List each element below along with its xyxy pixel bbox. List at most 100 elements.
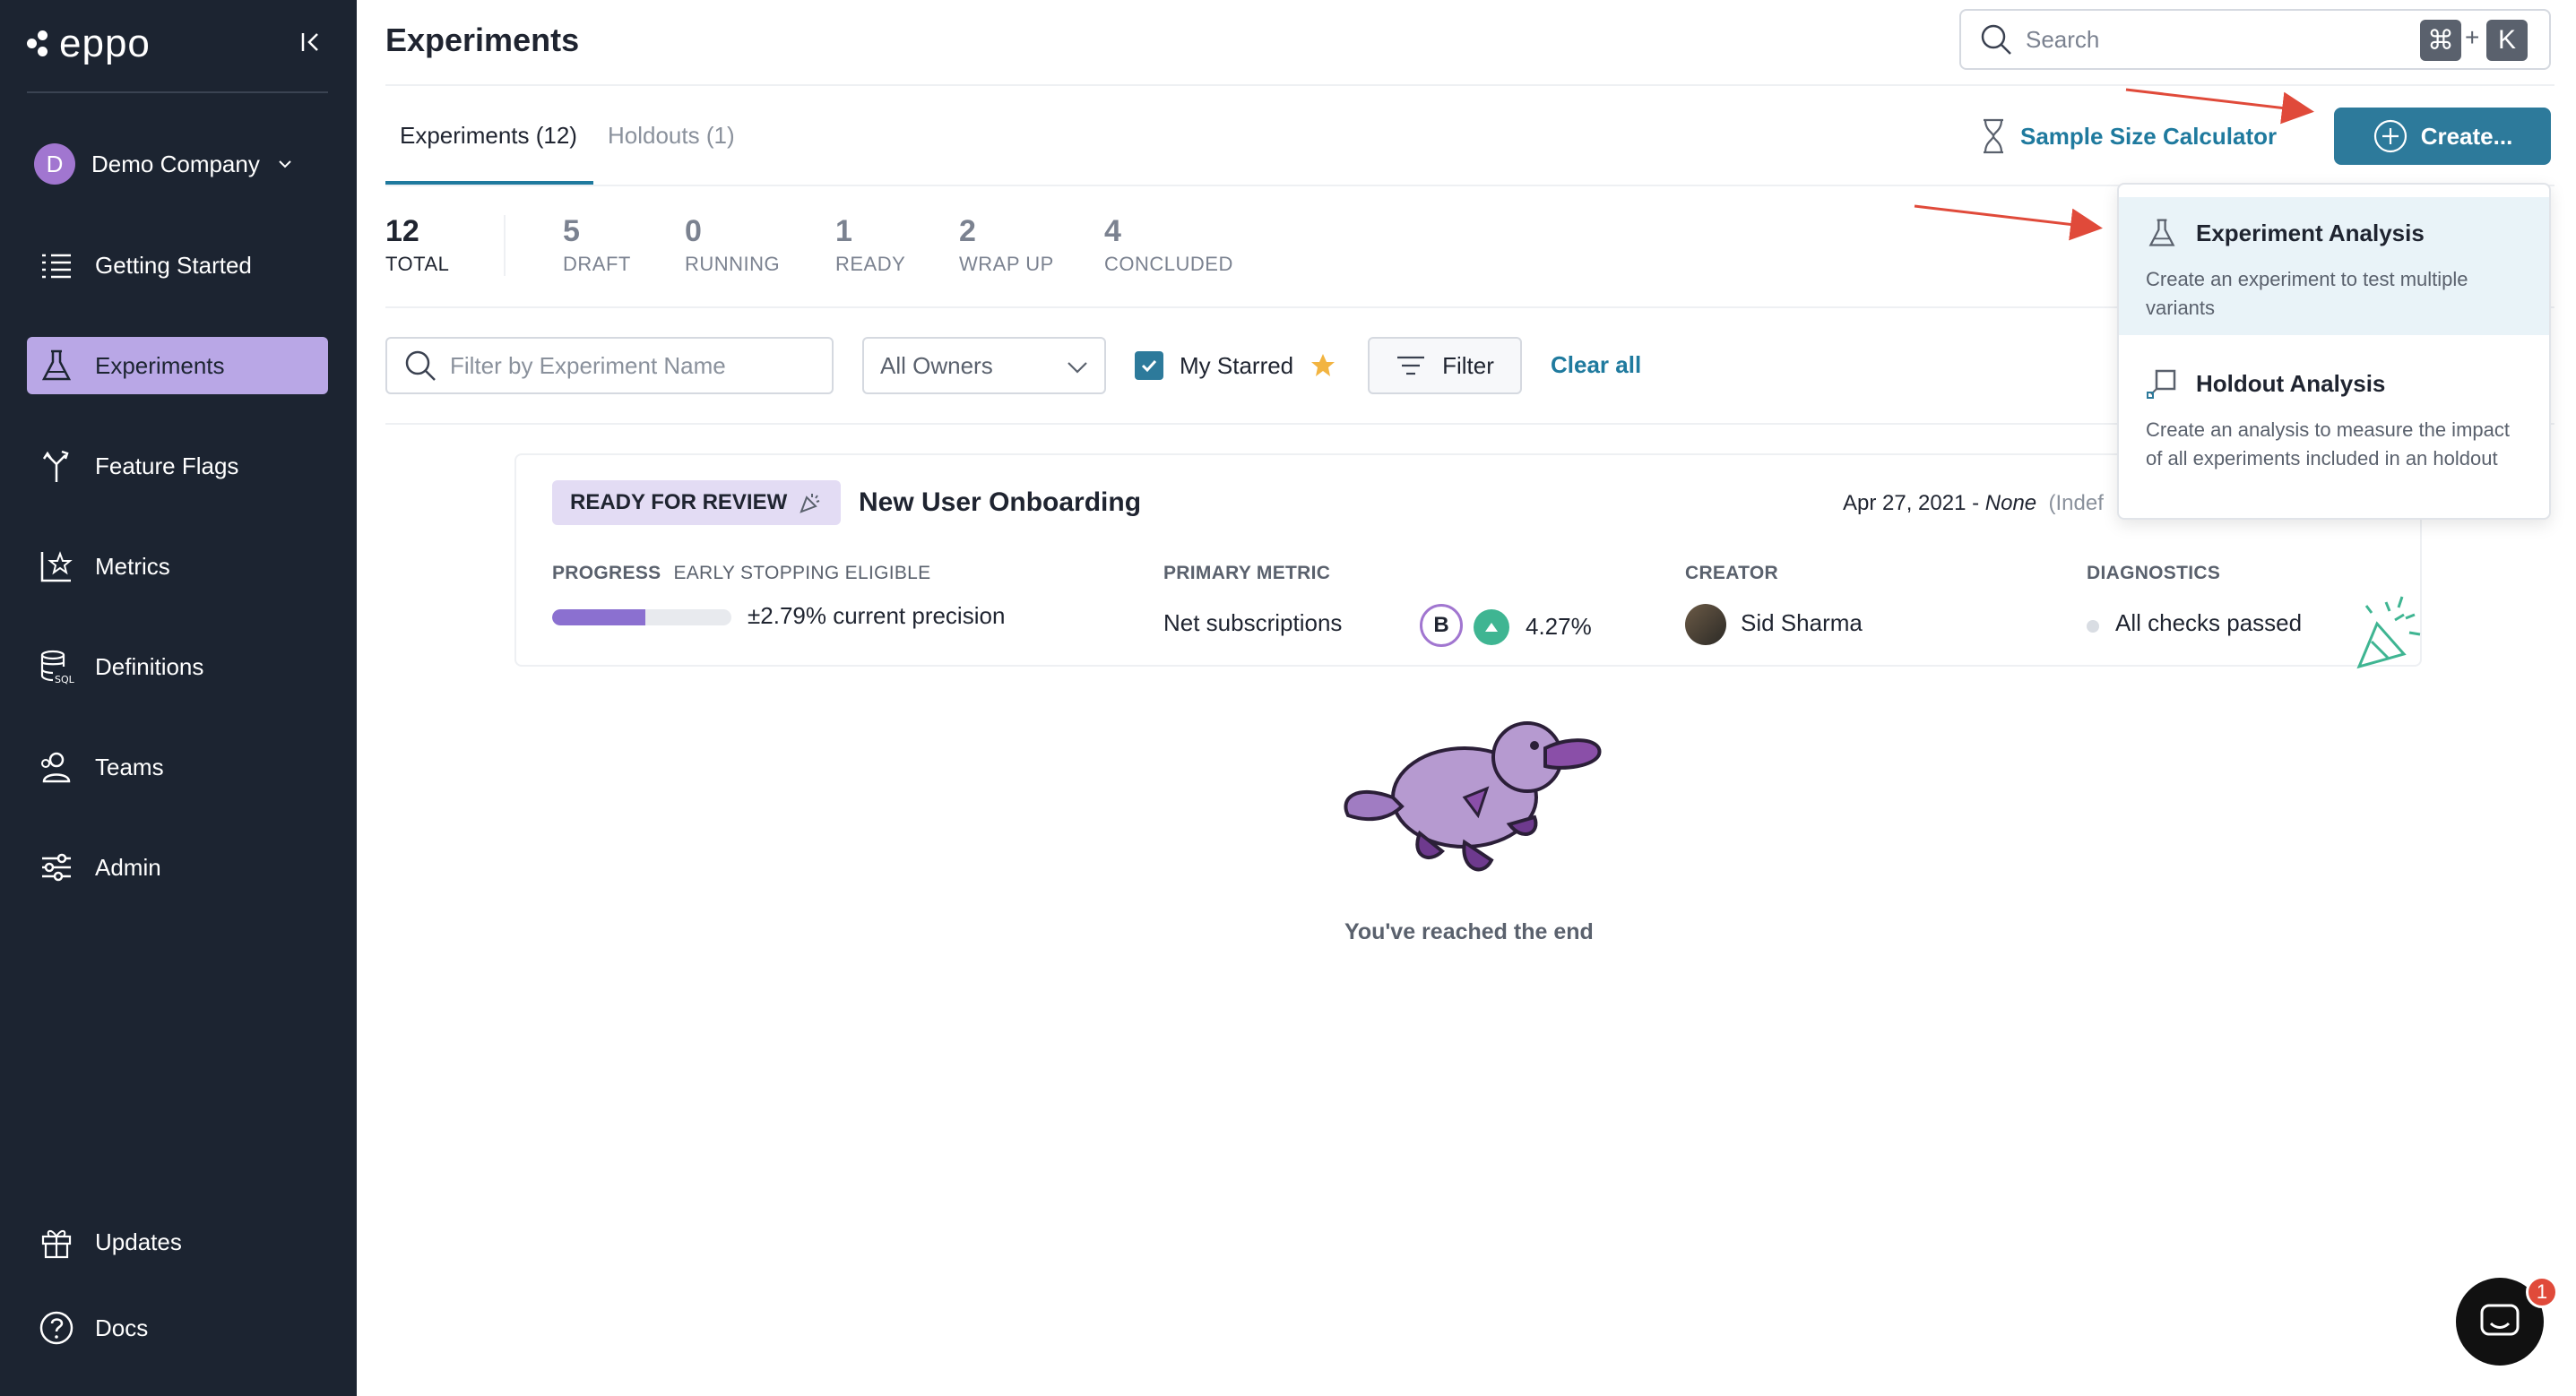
stat-running[interactable]: 0 RUNNING [685,213,780,276]
progress-label: PROGRESS EARLY STOPPING ELIGIBLE [552,563,930,584]
stat-wrap-up[interactable]: 2 WRAP UP [959,213,1054,276]
menu-item-description: Create an experiment to test multiple va… [2146,268,2468,319]
menu-item-experiment-analysis[interactable]: Experiment Analysis Create an experiment… [2119,197,2549,335]
check-icon [1141,359,1157,373]
sidebar-item-teams[interactable]: Teams [27,738,328,796]
database-sql-icon: SQL [38,648,75,685]
users-icon [38,748,75,786]
diagnostics-status-dot [2087,620,2099,633]
search-placeholder: Search [2026,25,2100,53]
progress-title: PROGRESS [552,563,661,583]
shortcut-plus: + [2465,23,2480,51]
chat-icon [2480,1304,2520,1336]
k-key: K [2486,20,2528,61]
experiment-name[interactable]: New User Onboarding [859,487,1141,518]
sliders-icon [38,849,75,886]
sidebar-item-label: Docs [95,1314,149,1341]
stat-label: READY [835,253,906,275]
creator-name: Sid Sharma [1741,609,1863,636]
date-start: Apr 27, 2021 - [1843,491,1985,515]
filter-placeholder: Filter by Experiment Name [450,351,726,379]
stat-value: 5 [563,214,580,248]
starred-checkbox[interactable] [1135,351,1163,380]
sidebar-item-getting-started[interactable]: Getting Started [27,237,328,294]
star-icon [1311,354,1336,376]
date-suffix: (Indef [2048,491,2104,515]
status-badge: READY FOR REVIEW [552,480,842,525]
stat-separator [504,215,506,276]
sidebar-item-feature-flags[interactable]: Feature Flags [27,437,328,495]
metric-name: Net subscriptions [1163,609,1343,636]
menu-item-holdout-analysis[interactable]: Holdout Analysis Create an analysis to m… [2119,348,2549,518]
sidebar-item-docs[interactable]: Docs [27,1299,328,1357]
sidebar-item-label: Getting Started [95,251,252,279]
stat-ready[interactable]: 1 READY [835,213,905,276]
my-starred-toggle[interactable]: My Starred [1135,351,1336,380]
tab-holdouts[interactable]: Holdouts (1) [608,122,735,150]
eppo-logo[interactable]: eppo [27,22,151,66]
arrow-to-create [2125,88,2314,125]
experiment-date-range: Apr 27, 2021 - None (Indef [1843,491,2104,516]
sidebar-item-definitions[interactable]: SQL Definitions [27,638,328,695]
stat-value: 12 [385,214,419,248]
stat-value: 0 [685,214,702,248]
stat-total[interactable]: 12 TOTAL [385,213,449,276]
chevron-down-icon [1068,362,1087,374]
chevron-down-icon [279,160,291,168]
sidebar-item-metrics[interactable]: Metrics [27,538,328,595]
creator-label: CREATOR [1685,563,1778,583]
filter-button[interactable]: Filter [1368,337,1522,394]
collapse-sidebar-icon[interactable] [298,29,324,56]
menu-item-description: Create an analysis to measure the impact… [2146,418,2510,470]
sidebar-item-label: Feature Flags [95,452,239,479]
stat-label: CONCLUDED [1104,253,1233,275]
header-divider [385,84,2554,86]
trend-up-icon [1474,609,1509,645]
sidebar-item-label: Admin [95,853,161,881]
tab-experiments[interactable]: Experiments (12) [400,122,577,150]
stat-draft[interactable]: 5 DRAFT [563,213,631,276]
arrow-to-experiment-analysis [1914,204,2103,241]
stat-label: WRAP UP [959,253,1054,275]
sample-size-label: Sample Size Calculator [2020,122,2278,150]
sidebar-divider [27,91,328,93]
sidebar-item-label: Experiments [95,351,225,379]
stat-value: 2 [959,214,976,248]
chart-star-icon [38,547,75,585]
party-popper-icon [800,494,820,513]
progress-sublabel: EARLY STOPPING ELIGIBLE [673,563,931,583]
owners-select[interactable]: All Owners [862,337,1106,394]
create-label: Create... [2420,122,2513,150]
plus-circle-icon [2373,119,2407,153]
sidebar-item-label: Definitions [95,652,204,680]
diagnostics-label: DIAGNOSTICS [2087,563,2221,583]
company-switcher[interactable]: D Demo Company [34,143,294,185]
flask-icon [38,347,75,384]
create-button[interactable]: Create... [2334,108,2551,165]
experiment-name-filter[interactable]: Filter by Experiment Name [385,337,834,394]
stat-label: RUNNING [685,253,781,275]
global-search[interactable]: Search ⌘ + K [1959,9,2551,70]
list-icon [38,246,75,284]
sample-size-calculator-link[interactable]: Sample Size Calculator [1981,118,2277,154]
sidebar-item-admin[interactable]: Admin [27,839,328,896]
svg-text:SQL: SQL [55,674,74,685]
help-circle-icon [38,1309,75,1347]
celebration-icon [2356,596,2421,669]
sidebar-item-updates[interactable]: Updates [27,1213,328,1271]
menu-item-title: Experiment Analysis [2196,219,2425,246]
stat-label: TOTAL [385,253,450,275]
company-avatar: D [34,143,75,185]
clear-all-link[interactable]: Clear all [1551,351,1641,379]
stat-label: DRAFT [563,253,631,275]
holdout-icon [2147,369,2176,399]
sidebar-item-experiments[interactable]: Experiments [27,337,328,394]
precision-text: ±2.79% current precision [748,602,1006,629]
stat-value: 1 [835,214,852,248]
metric-lift: 4.27% [1526,613,1592,640]
end-of-list-text: You've reached the end [1344,919,1594,944]
stat-concluded[interactable]: 4 CONCLUDED [1104,213,1233,276]
filter-label: Filter [1442,351,1494,379]
sidebar-item-label: Teams [95,753,164,780]
sidebar-item-label: Metrics [95,552,170,580]
